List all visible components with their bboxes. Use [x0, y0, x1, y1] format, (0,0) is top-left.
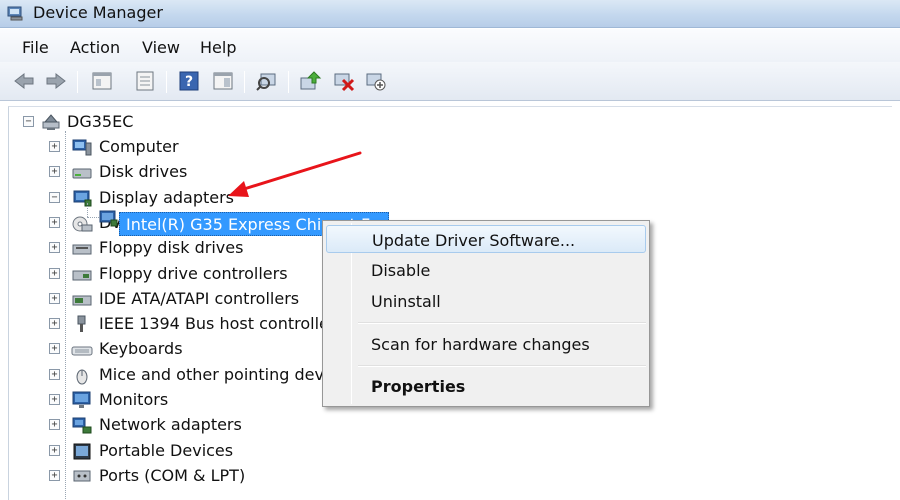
menu-action[interactable]: Action	[70, 38, 120, 57]
collapse-toggle[interactable]: −	[23, 116, 34, 127]
menu-help[interactable]: Help	[200, 38, 236, 57]
controller-icon	[72, 270, 92, 280]
monitor-icon	[72, 391, 91, 408]
menu-separator	[358, 322, 646, 324]
menu-file[interactable]: File	[22, 38, 49, 57]
expand-toggle[interactable]: +	[49, 444, 60, 456]
tree-category-portable-devices[interactable]: + Portable Devices	[9, 439, 339, 463]
tree-category-floppy-disk-drives[interactable]: + Floppy disk drives	[9, 236, 339, 260]
menu-separator	[358, 365, 646, 367]
tree-category-network-adapters[interactable]: + Network adapters	[9, 413, 339, 437]
tree-category-label: Network adapters	[99, 415, 242, 435]
portable-device-icon	[73, 443, 91, 460]
mouse-icon	[76, 369, 88, 385]
window-title: Device Manager	[33, 3, 163, 22]
expand-toggle[interactable]: +	[49, 216, 60, 228]
tree-category-mice-and-other-pointing-devic[interactable]: + Mice and other pointing devic	[9, 363, 339, 387]
svg-text:?: ?	[185, 74, 193, 90]
menu-item-label: Update Driver Software...	[372, 231, 576, 250]
menu-item-disable[interactable]: Disable	[326, 256, 646, 284]
tree-category-disk-drives[interactable]: + Disk drives	[9, 160, 339, 184]
tree-category-label: Ports (COM & LPT)	[99, 465, 246, 485]
tree-category-ports-com-lpt[interactable]: + Ports (COM & LPT)	[9, 464, 339, 488]
root-label: DG35EC	[67, 112, 134, 131]
expand-toggle[interactable]: +	[49, 166, 60, 178]
expand-toggle[interactable]: +	[49, 419, 60, 431]
tree-category-label: Floppy disk drives	[99, 238, 244, 258]
device-manager-icon	[7, 6, 23, 21]
tree-category-label: Computer	[99, 137, 179, 156]
ide-controller-icon	[72, 295, 92, 306]
tree-category-label: IDE ATA/ATAPI controllers	[99, 288, 300, 308]
title-bar[interactable]: Device Manager	[0, 0, 900, 28]
expand-toggle[interactable]: +	[49, 318, 60, 330]
menu-item-scan-hardware[interactable]: Scan for hardware changes	[326, 330, 646, 358]
computer-icon	[72, 139, 92, 156]
tree-category-label: Display adapters	[99, 187, 235, 207]
expand-toggle[interactable]: +	[49, 343, 60, 355]
menu-item-properties[interactable]: Properties	[326, 372, 646, 400]
disable-icon[interactable]	[364, 70, 388, 92]
menu-item-label: Disable	[371, 261, 431, 280]
expand-toggle[interactable]: +	[49, 394, 60, 405]
back-icon[interactable]	[12, 70, 36, 92]
computer-root-icon	[42, 114, 60, 130]
show-hide-console-tree-icon[interactable]	[133, 70, 157, 92]
disk-drive-icon	[72, 168, 92, 179]
scan-hardware-icon[interactable]	[255, 70, 279, 92]
expand-toggle[interactable]: +	[49, 141, 60, 152]
tree-category-ieee-1394-bus-host-controllers[interactable]: + IEEE 1394 Bus host controllers	[9, 312, 344, 336]
port-icon	[73, 470, 91, 482]
toolbar-separator	[244, 71, 245, 93]
expand-toggle[interactable]: +	[49, 292, 60, 304]
tree-category-label: Mice and other pointing devic	[99, 364, 338, 384]
toolbar-separator	[166, 71, 167, 93]
update-driver-icon[interactable]	[298, 70, 322, 92]
tree-category-label: Portable Devices	[99, 440, 234, 460]
properties-pane-icon[interactable]	[90, 70, 114, 92]
tree-category-label: Floppy drive controllers	[99, 263, 288, 283]
tree-root[interactable]: − DG35EC	[9, 110, 309, 134]
network-adapter-icon	[72, 417, 92, 434]
context-menu: Update Driver Software... Disable Uninst…	[322, 220, 650, 407]
toolbar: ?	[0, 62, 900, 101]
menu-item-uninstall[interactable]: Uninstall	[326, 287, 646, 315]
tree-category-monitors[interactable]: + Monitors	[9, 388, 339, 412]
menu-item-label: Uninstall	[371, 292, 441, 311]
expand-toggle[interactable]: +	[49, 267, 60, 279]
menu-item-label: Scan for hardware changes	[371, 335, 590, 354]
forward-icon[interactable]	[44, 70, 68, 92]
tree-category-label: Disk drives	[99, 162, 188, 182]
menu-item-label: Properties	[371, 377, 466, 396]
child-connector	[87, 203, 88, 217]
help-icon[interactable]: ?	[177, 70, 201, 92]
toolbar-separator	[77, 71, 78, 93]
tree-category-label: IEEE 1394 Bus host controllers	[99, 314, 344, 334]
ieee1394-icon	[77, 315, 86, 333]
menu-bar: File Action View Help	[0, 29, 900, 62]
expand-toggle[interactable]: +	[49, 469, 60, 481]
tree-category-ide-ata-atapi-controllers[interactable]: + IDE ATA/ATAPI controllers	[9, 287, 339, 311]
floppy-drive-icon	[72, 244, 92, 255]
tree-category-floppy-drive-controllers[interactable]: + Floppy drive controllers	[9, 262, 339, 286]
toolbar-separator	[288, 71, 289, 93]
dvd-drive-icon	[72, 216, 93, 232]
display-adapter-icon	[73, 190, 92, 207]
menu-item-update-driver[interactable]: Update Driver Software...	[326, 225, 646, 253]
tree-category-display-adapters[interactable]: − Display adapters	[9, 186, 339, 210]
action-pane-icon[interactable]	[211, 70, 235, 92]
expand-toggle[interactable]: +	[49, 368, 60, 380]
collapse-toggle[interactable]: −	[49, 191, 60, 203]
expand-toggle[interactable]: +	[49, 242, 60, 254]
tree-category-computer[interactable]: + Computer	[9, 135, 339, 159]
tree-category-label: Monitors	[99, 390, 169, 409]
menu-view[interactable]: View	[142, 38, 180, 57]
tree-category-label: Keyboards	[99, 339, 183, 359]
uninstall-icon[interactable]	[332, 70, 356, 92]
keyboard-icon	[71, 346, 93, 356]
tree-category-keyboards[interactable]: + Keyboards	[9, 337, 339, 361]
display-adapter-icon	[99, 210, 118, 227]
